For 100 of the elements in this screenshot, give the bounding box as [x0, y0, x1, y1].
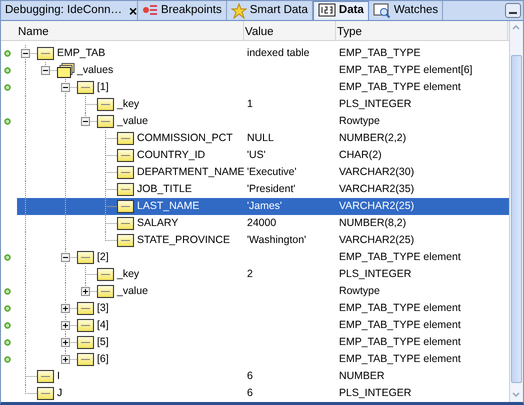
collapse-icon[interactable]: [61, 253, 70, 262]
tree-row[interactable]: _value Rowtype: [1, 283, 509, 300]
minimize-button[interactable]: [505, 3, 521, 18]
tree-row[interactable]: [4] EMP_TAB_TYPE element: [1, 317, 509, 334]
variable-type: NUMBER(8,2): [338, 216, 408, 231]
variable-type: EMP_TAB_TYPE element: [338, 334, 462, 350]
variable-type: PLS_INTEGER: [338, 96, 412, 112]
tree-row[interactable]: EMP_TAB indexed table EMP_TAB_TYPE: [1, 45, 509, 62]
expand-icon[interactable]: [61, 338, 70, 347]
collapse-icon[interactable]: [21, 49, 30, 58]
tree-row[interactable]: _value Rowtype: [1, 113, 509, 130]
variable-type: VARCHAR2(25): [338, 198, 416, 214]
scrollbar[interactable]: [509, 21, 523, 402]
tab[interactable]: Watches: [368, 1, 444, 20]
tree-row[interactable]: _key 1 PLS_INTEGER: [1, 96, 509, 113]
expand-icon[interactable]: [81, 287, 90, 296]
variable-name: COUNTRY_ID: [136, 148, 206, 163]
variable-icon: [77, 250, 95, 265]
variable-value: 1: [246, 96, 254, 112]
column-header[interactable]: Type: [336, 21, 508, 42]
variable-name: _value: [116, 284, 148, 299]
tree-row[interactable]: DEPARTMENT_NAME 'Executive' VARCHAR2(30): [1, 164, 509, 181]
variable-type: NUMBER(2,2): [338, 130, 408, 146]
variable-type: PLS_INTEGER: [338, 386, 412, 401]
variable-name: LAST_NAME: [136, 198, 200, 214]
tree-lines: [25, 317, 77, 334]
variable-type: CHAR(2): [338, 148, 383, 163]
watch-dot-icon: [4, 50, 11, 57]
tab[interactable]: Breakpoints: [138, 1, 227, 20]
tree-row[interactable]: I 6 NUMBER: [1, 368, 509, 385]
variable-icon: [37, 46, 55, 61]
tree-row[interactable]: [6] EMP_TAB_TYPE element: [1, 351, 509, 368]
variable-value: 'US': [246, 148, 267, 163]
variable-value: 6: [246, 386, 254, 401]
variable-icon: [97, 284, 115, 299]
variable-value: 'Executive': [246, 164, 298, 180]
variable-icon: [57, 63, 75, 78]
tree-row[interactable]: SALARY 24000 NUMBER(8,2): [1, 215, 509, 232]
expand-icon[interactable]: [61, 321, 70, 330]
variable-name: SALARY: [136, 216, 178, 231]
tree-lines: [25, 96, 97, 113]
tree-row[interactable]: _key 2 PLS_INTEGER: [1, 266, 509, 283]
variable-icon: [117, 131, 135, 146]
variable-name: [1]: [96, 80, 109, 95]
tree-row[interactable]: [5] EMP_TAB_TYPE element: [1, 334, 509, 351]
tree-row[interactable]: STATE_PROVINCE 'Washington' VARCHAR2(25): [1, 232, 509, 249]
variable-icon: [117, 182, 135, 197]
collapse-icon[interactable]: [81, 117, 90, 126]
tree-lines: [25, 113, 97, 130]
variable-icon: [117, 233, 135, 248]
watch-dot-icon: [4, 254, 11, 261]
variable-icon: [37, 369, 55, 384]
collapse-icon[interactable]: [41, 66, 50, 75]
tree-row[interactable]: [3] EMP_TAB_TYPE element: [1, 300, 509, 317]
variable-type: EMP_TAB_TYPE element: [338, 352, 462, 367]
variable-value: 'Washington': [246, 232, 308, 248]
variable-value: 6: [246, 368, 254, 384]
variable-name: _values: [76, 62, 114, 78]
variable-name: _key: [116, 266, 140, 282]
tree-row[interactable]: [2] EMP_TAB_TYPE element: [1, 249, 509, 266]
tab[interactable]: Data: [312, 1, 369, 20]
variable-icon: [77, 318, 95, 333]
variable-icon: [97, 114, 115, 129]
tree-row[interactable]: COUNTRY_ID 'US' CHAR(2): [1, 147, 509, 164]
watch-dot-icon: [4, 118, 11, 125]
variable-name: I: [56, 368, 60, 384]
variable-name: [5]: [96, 334, 109, 350]
expand-icon[interactable]: [61, 304, 70, 313]
tree-row[interactable]: _values EMP_TAB_TYPE element[6]: [1, 62, 509, 79]
variable-type: VARCHAR2(25): [338, 232, 416, 248]
variable-type: EMP_TAB_TYPE element: [338, 300, 462, 316]
scroll-thumb[interactable]: [511, 55, 522, 383]
tree-lines: [25, 334, 77, 351]
variable-icon: [37, 386, 55, 401]
variable-icon: [117, 148, 135, 163]
variable-name: [6]: [96, 352, 109, 367]
variable-name: [2]: [96, 250, 109, 265]
variable-type: PLS_INTEGER: [338, 266, 412, 282]
tab[interactable]: Smart Data: [226, 1, 313, 20]
tab[interactable]: Debugging: IdeConn… ×: [1, 1, 138, 20]
tree-row[interactable]: COMMISSION_PCT NULL NUMBER(2,2): [1, 130, 509, 147]
watch-dot-icon: [4, 339, 11, 346]
variable-type: Rowtype: [338, 284, 381, 299]
expand-icon[interactable]: [61, 355, 70, 364]
variable-value: NULL: [246, 130, 275, 146]
tree-row[interactable]: [1] EMP_TAB_TYPE element: [1, 79, 509, 96]
variable-name: J: [56, 386, 62, 401]
variable-icon: [117, 165, 135, 180]
column-header[interactable]: Name: [17, 21, 244, 42]
watch-dot-icon: [4, 305, 11, 312]
variable-icon: [117, 216, 135, 231]
tree-lines: [25, 283, 97, 300]
tree-lines: [25, 300, 77, 317]
column-header[interactable]: Value: [244, 21, 336, 42]
variable-icon: [77, 335, 95, 350]
tree-row[interactable]: J 6 PLS_INTEGER: [1, 385, 509, 402]
tree-row[interactable]: JOB_TITLE 'President' VARCHAR2(35): [1, 181, 509, 198]
collapse-icon[interactable]: [61, 83, 70, 92]
variable-icon: [77, 301, 95, 316]
watch-dot-icon: [4, 288, 11, 295]
